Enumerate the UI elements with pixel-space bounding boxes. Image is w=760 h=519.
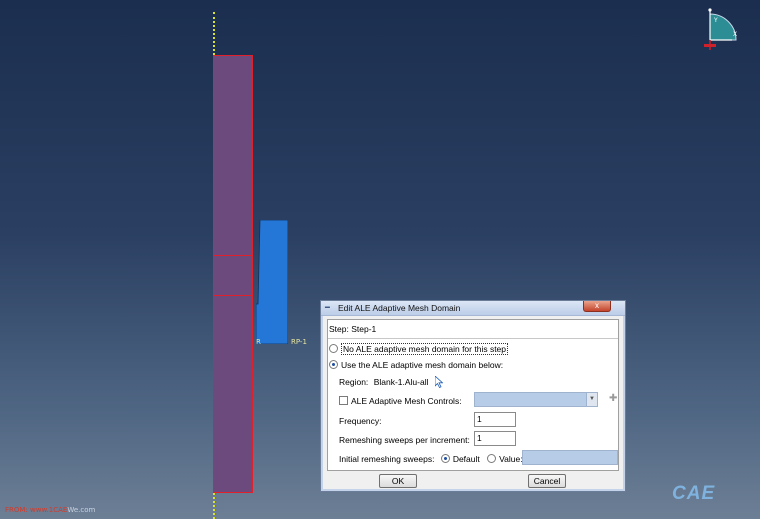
mesh-controls-select[interactable]: ▼ — [474, 392, 598, 407]
dialog-body: Step: Step-1 No ALE adaptive mesh domain… — [327, 319, 619, 471]
watermark: FROM: www.1CAEWe.com — [5, 506, 95, 514]
step-label: Step: — [329, 324, 349, 334]
sweeps-row: Remeshing sweeps per increment: — [339, 435, 470, 445]
die-part[interactable] — [256, 220, 288, 344]
dialog-title: Edit ALE Adaptive Mesh Domain — [338, 303, 461, 313]
mouse-cursor-icon — [435, 376, 443, 388]
edge-label: R — [256, 338, 261, 346]
region-value: Blank-1.Alu-all — [373, 377, 429, 387]
sweeps-input[interactable]: 1 — [474, 431, 516, 446]
initial-value-label: Value: — [499, 454, 523, 464]
initial-default-label: Default — [452, 454, 480, 464]
edit-ale-mesh-domain-dialog: ━ Edit ALE Adaptive Mesh Domain x Step: … — [320, 300, 626, 492]
cancel-button[interactable]: Cancel — [528, 474, 566, 488]
initial-value-radio[interactable] — [487, 454, 497, 463]
watermark-prefix: FROM: www. — [5, 506, 49, 514]
ok-button[interactable]: OK — [379, 474, 417, 488]
no-domain-label: No ALE adaptive mesh domain for this ste… — [341, 343, 509, 355]
frequency-row: Frequency: — [339, 416, 382, 426]
watermark-brand: 1CAE — [48, 506, 68, 514]
close-button[interactable]: x — [583, 301, 611, 312]
cae-logo: CAE — [672, 483, 716, 504]
no-domain-radio[interactable] — [329, 344, 338, 353]
region-row: Region: Blank-1.Alu-all — [339, 377, 429, 387]
step-row: Step: Step-1 — [329, 324, 376, 334]
mesh-controls-row[interactable]: ALE Adaptive Mesh Controls: — [339, 396, 462, 406]
no-domain-option[interactable]: No ALE adaptive mesh domain for this ste… — [329, 343, 509, 355]
initial-sweeps-label: Initial remeshing sweeps: — [339, 454, 435, 464]
region-label: Region: — [339, 377, 369, 387]
frequency-input[interactable]: 1 — [474, 412, 516, 427]
use-domain-option[interactable]: Use the ALE adaptive mesh domain below: — [329, 360, 503, 370]
use-domain-radio[interactable] — [329, 360, 338, 369]
use-domain-label: Use the ALE adaptive mesh domain below: — [341, 360, 504, 370]
reference-point-label: RP-1 — [291, 338, 307, 346]
initial-sweeps-row: Initial remeshing sweeps: Default Value: — [339, 454, 523, 464]
initial-default-radio[interactable] — [440, 454, 450, 463]
frequency-label: Frequency: — [339, 416, 382, 426]
initial-value-option[interactable]: Value: — [487, 454, 523, 464]
dialog-titlebar[interactable]: ━ Edit ALE Adaptive Mesh Domain x — [321, 301, 625, 316]
sweeps-label: Remeshing sweeps per increment: — [339, 435, 470, 445]
blank-partition-line — [213, 255, 253, 256]
separator — [328, 338, 618, 339]
blank-partition-line — [213, 295, 253, 296]
initial-default-option[interactable]: Default — [440, 454, 480, 464]
blank-part[interactable] — [213, 55, 253, 493]
mesh-controls-checkbox[interactable] — [339, 396, 348, 405]
create-controls-icon[interactable]: ✚ — [609, 393, 617, 404]
mesh-controls-label: ALE Adaptive Mesh Controls: — [351, 396, 462, 406]
chevron-down-icon[interactable]: ▼ — [586, 393, 597, 406]
triad-x-label: X — [733, 31, 737, 38]
initial-value-input[interactable] — [522, 450, 618, 465]
step-value: Step-1 — [351, 324, 377, 334]
view-triad-icon: Y X — [704, 8, 737, 50]
watermark-suffix: We.com — [67, 506, 96, 514]
triad-y-label: Y — [713, 17, 718, 24]
dialog-menu-icon[interactable]: ━ — [325, 303, 335, 312]
